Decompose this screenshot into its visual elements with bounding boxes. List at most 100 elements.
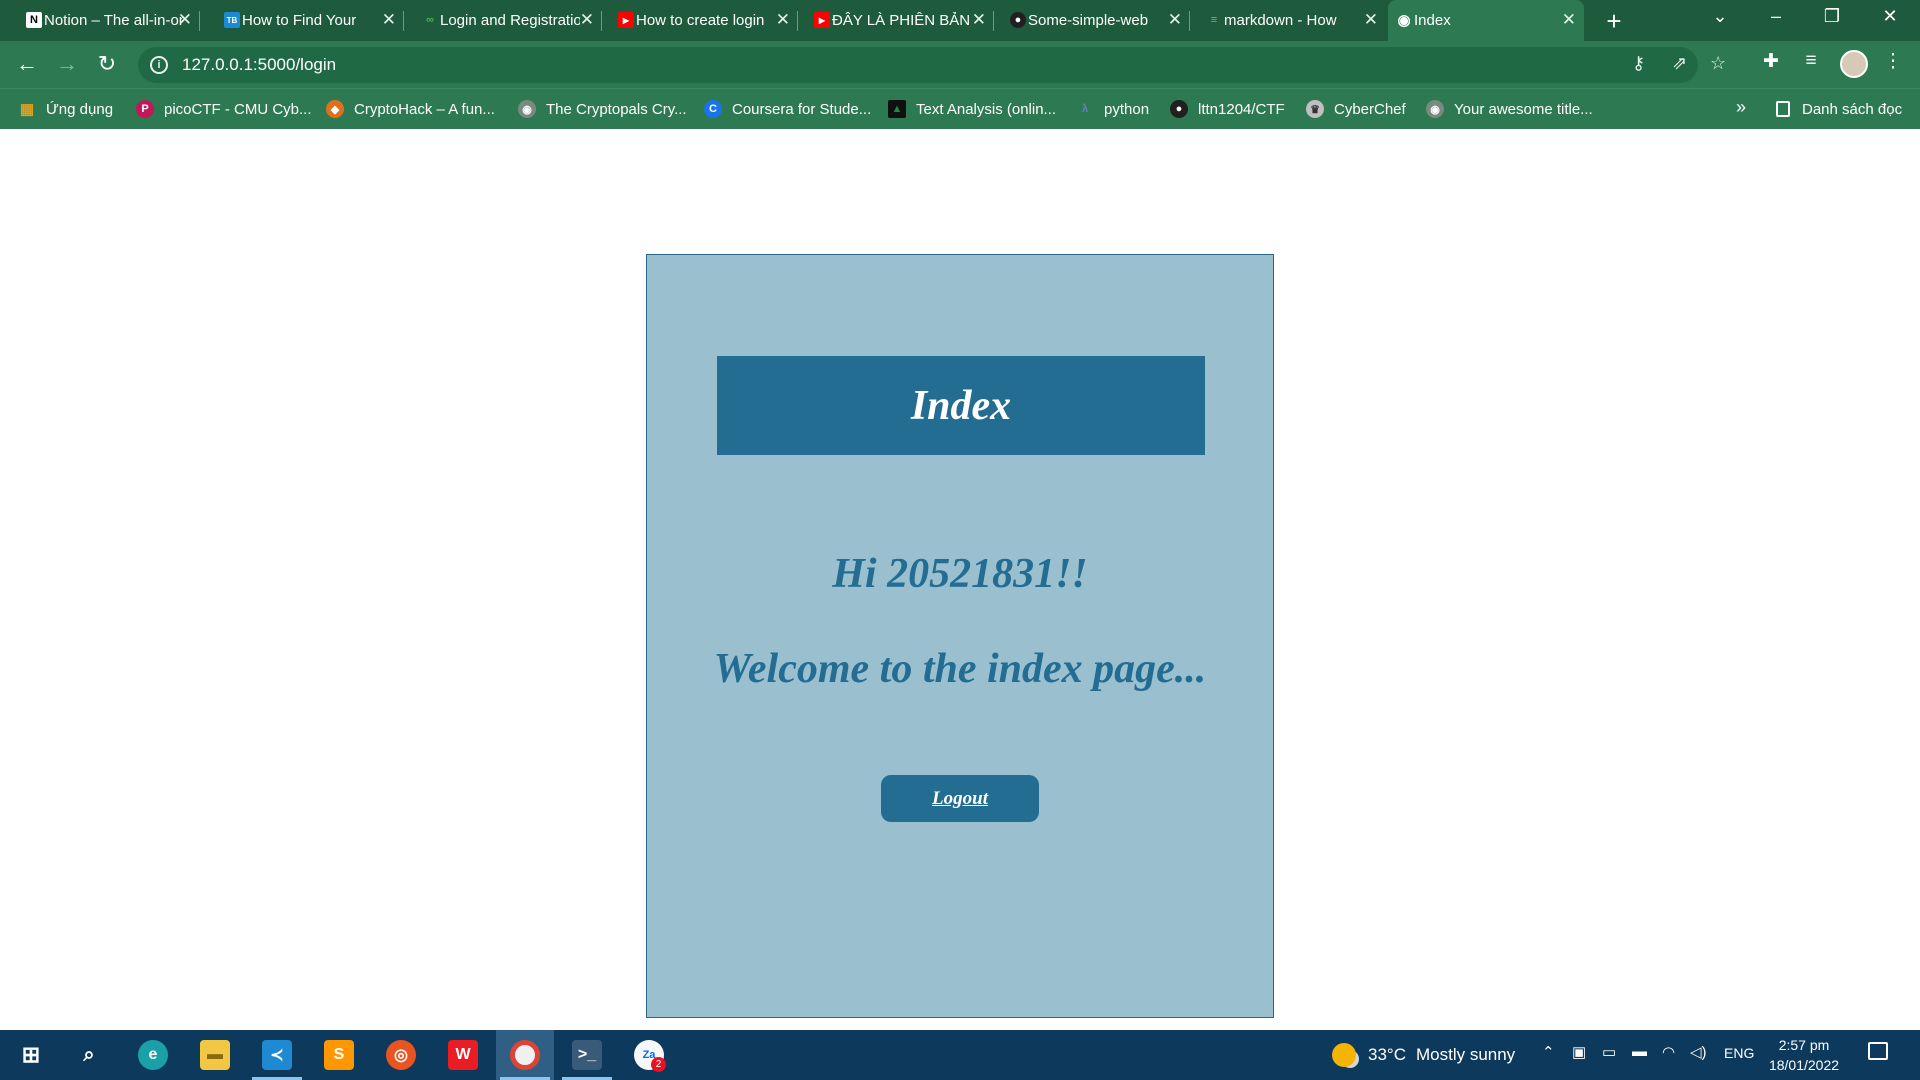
tab-title: ĐÂY LÀ PHIÊN BẢN [832, 12, 971, 29]
close-icon[interactable]: ✕ [1168, 10, 1182, 30]
python-icon: λ [1081, 103, 1089, 115]
share-icon[interactable]: ⇗ [1672, 53, 1687, 74]
ubuntu-icon[interactable]: ◎ [372, 1030, 430, 1080]
globe-icon: ◉ [1426, 100, 1444, 118]
tab-github-web[interactable]: ● Some-simple-web ✕ [1002, 0, 1190, 41]
extensions-icon[interactable]: ✚ [1758, 50, 1784, 73]
vscode-icon[interactable]: ≺ [248, 1030, 306, 1080]
start-icon[interactable]: ⊞ [2, 1030, 60, 1080]
bookmark-python[interactable]: λ python [1076, 89, 1149, 129]
bookmark-coursera[interactable]: C Coursera for Stude... [704, 89, 871, 129]
bookmark-label: Coursera for Stude... [732, 100, 872, 118]
forward-icon[interactable]: → [52, 51, 82, 77]
sublime-icon[interactable]: S [310, 1030, 368, 1080]
close-icon[interactable]: ✕ [1364, 10, 1378, 30]
toolbar: ← → ↻ i 127.0.0.1:5000/login ⚷ ⇗ ☆ [0, 41, 1920, 88]
notification-center-icon[interactable] [1868, 1042, 1888, 1060]
bookmark-github-ctf[interactable]: ● lttn1204/CTF [1170, 89, 1285, 129]
bookmark-label: Ứng dụng [46, 100, 114, 118]
welcome-text: Welcome to the index page... [713, 646, 1207, 692]
clock-time: 2:57 pm [1778, 1037, 1830, 1053]
new-tab-button[interactable]: + [1600, 6, 1628, 37]
close-icon[interactable]: ✕ [776, 10, 790, 30]
media-control-icon[interactable]: ≡ [1798, 50, 1824, 72]
bookmark-label: python [1104, 100, 1150, 118]
profile-avatar[interactable] [1840, 50, 1868, 78]
tb-icon: TB [224, 12, 240, 28]
wifi-icon[interactable]: ◠ [1662, 1043, 1675, 1061]
notification-badge: 2 [651, 1057, 666, 1072]
tab-login-registration[interactable]: ∞ Login and Registration ✕ [414, 0, 602, 41]
wps-icon[interactable]: W [434, 1030, 492, 1080]
chrome-icon[interactable] [496, 1030, 554, 1080]
page-title: Index [910, 382, 1012, 429]
globe-icon: ◉ [518, 100, 536, 118]
tab-phien-ban[interactable]: ▶ ĐÂY LÀ PHIÊN BẢN ✕ [806, 0, 994, 41]
folder-icon: ▬ [200, 1040, 230, 1070]
bookmark-apps[interactable]: ▦ Ứng dụng [18, 89, 113, 129]
clock[interactable]: 2:57 pm 18/01/2022 [1768, 1035, 1840, 1075]
volume-icon[interactable]: ◁) [1690, 1043, 1707, 1061]
weather-widget[interactable]: 33°C Mostly sunny [1332, 1030, 1515, 1080]
bookmark-text-analysis[interactable]: ▲ Text Analysis (onlin... [888, 89, 1056, 129]
bookmark-cryptohack[interactable]: ◆ CryptoHack – A fun... [326, 89, 495, 129]
meet-icon[interactable]: ▣ [1572, 1043, 1586, 1061]
zalo-icon[interactable]: Za 2 [620, 1030, 678, 1080]
close-window-button[interactable]: ✕ [1870, 6, 1910, 27]
tab-title: Login and Registration [440, 12, 580, 29]
minimize-button[interactable]: – [1756, 6, 1796, 27]
close-icon[interactable]: ✕ [972, 10, 986, 30]
display-icon[interactable]: ▭ [1602, 1043, 1616, 1061]
close-icon[interactable]: ✕ [1562, 10, 1576, 30]
notion-icon: N [26, 12, 42, 28]
tab-title: Notion – The all-in-one workspace [44, 12, 184, 29]
index-card: Index Hi 20521831!! Welcome to the index… [646, 254, 1274, 1018]
cyberchef-icon: ♛ [1306, 100, 1324, 118]
search-icon[interactable]: ⌕ [60, 1030, 118, 1080]
bookmark-label: CryptoHack – A fun... [354, 100, 495, 118]
bookmark-label: Text Analysis (onlin... [916, 100, 1057, 118]
text-analysis-icon: ▲ [888, 100, 906, 118]
tab-index[interactable]: ◉ Index ✕ [1388, 0, 1584, 41]
tab-how-to-find[interactable]: TB How to Find Your ✕ [216, 0, 404, 41]
file-explorer-icon[interactable]: ▬ [186, 1030, 244, 1080]
bookmark-picoctf[interactable]: P picoCTF - CMU Cyb... [136, 89, 312, 129]
reading-list-label: Danh sách đọc [1802, 100, 1903, 118]
address-bar[interactable]: i 127.0.0.1:5000/login ⚷ ⇗ ☆ [138, 47, 1726, 83]
battery-icon[interactable]: ▬ [1632, 1043, 1647, 1060]
terminal-icon[interactable]: >_ [558, 1030, 616, 1080]
reading-list[interactable]: Danh sách đọc [1776, 89, 1902, 129]
site-info-icon[interactable]: i [150, 56, 168, 74]
tab-title: markdown - How [1224, 12, 1337, 29]
reload-icon[interactable]: ↻ [92, 51, 122, 77]
bookmark-cryptopals[interactable]: ◉ The Cryptopals Cry... [518, 89, 687, 129]
restore-button[interactable]: ❐ [1812, 6, 1852, 27]
menu-icon[interactable]: ⋮ [1880, 50, 1906, 73]
more-bookmarks-icon[interactable]: » [1736, 97, 1746, 118]
logout-button[interactable]: Logout [881, 775, 1039, 822]
tab-notion[interactable]: N Notion – The all-in-one workspace ✕ [18, 0, 200, 41]
close-icon[interactable]: ✕ [580, 10, 594, 30]
tab-title: Index [1414, 12, 1451, 29]
chevron-up-icon[interactable]: ⌃ [1542, 1043, 1555, 1061]
close-icon[interactable]: ✕ [382, 10, 396, 30]
key-icon[interactable]: ⚷ [1632, 53, 1645, 74]
bookmark-cyberchef[interactable]: ♛ CyberChef [1306, 89, 1406, 129]
bookmark-awesome-title[interactable]: ◉ Your awesome title... [1426, 89, 1593, 129]
star-icon[interactable]: ☆ [1710, 53, 1726, 74]
cryptohack-icon: ◆ [326, 100, 344, 118]
close-icon[interactable]: ✕ [178, 10, 192, 30]
tab-create-login[interactable]: ▶ How to create login ✕ [610, 0, 798, 41]
back-icon[interactable]: ← [12, 51, 42, 77]
tab-title: Some-simple-web [1028, 12, 1149, 29]
language-indicator[interactable]: ENG [1724, 1045, 1754, 1061]
url-text[interactable]: 127.0.0.1:5000/login [182, 55, 336, 75]
weather-temp: 33°C [1368, 1045, 1406, 1064]
tab-strip: N Notion – The all-in-one workspace ✕ TB… [0, 0, 1920, 41]
wps-logo-icon: W [448, 1040, 478, 1070]
bookmarks-bar: ▦ Ứng dụng P picoCTF - CMU Cyb... ◆ Cryp… [0, 88, 1920, 129]
tab-search-icon[interactable]: ⌄ [1700, 6, 1740, 27]
edge-icon[interactable]: e [124, 1030, 182, 1080]
tab-markdown[interactable]: ≡ markdown - How ✕ [1198, 0, 1386, 41]
weather-desc: Mostly sunny [1415, 1045, 1516, 1064]
